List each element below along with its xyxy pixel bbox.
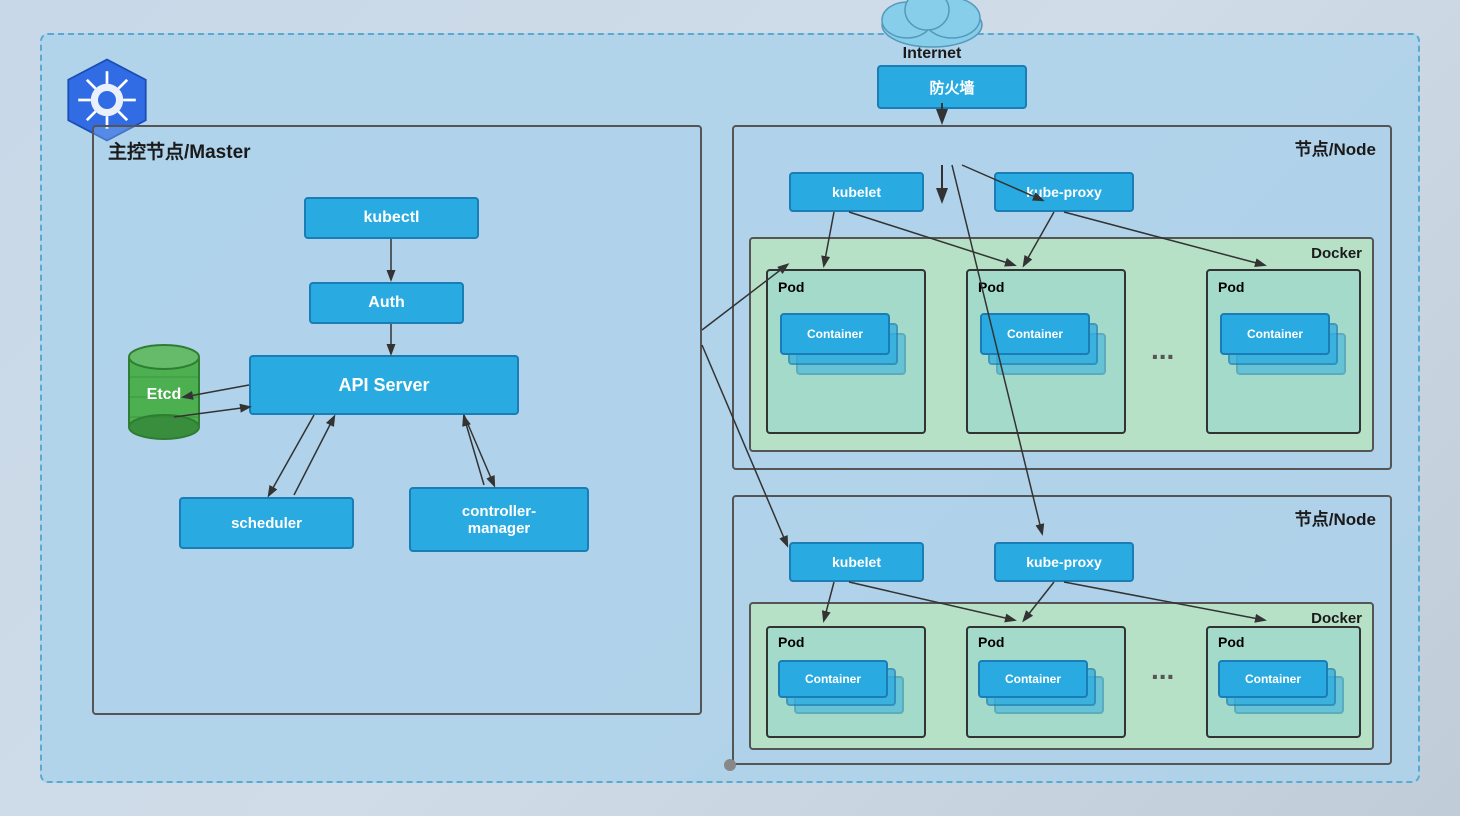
- node-top-kubeproxy: kube-proxy: [994, 172, 1134, 212]
- docker-top-area: Docker Pod Container Pod Container: [749, 237, 1374, 452]
- pod-top-2: Pod Container: [966, 269, 1126, 434]
- pod-top-3-label: Pod: [1218, 279, 1244, 295]
- pod-bottom-2: Pod Container: [966, 626, 1126, 738]
- etcd-icon: Etcd: [124, 337, 204, 447]
- container-top-3-front: Container: [1220, 313, 1330, 355]
- internet-cloud-icon: [872, 0, 992, 50]
- controller-manager-box: controller- manager: [409, 487, 589, 552]
- pod-bottom-1-label: Pod: [778, 634, 804, 650]
- master-section: 主控节点/Master kubectl Auth API Server: [92, 125, 702, 715]
- pod-bottom-3: Pod Container: [1206, 626, 1361, 738]
- container-bottom-1-front: Container: [778, 660, 888, 698]
- container-bottom-3-front: Container: [1218, 660, 1328, 698]
- dots-bottom: ...: [1151, 654, 1174, 686]
- pod-bottom-2-label: Pod: [978, 634, 1004, 650]
- docker-bottom-area: Docker Pod Container Pod Container: [749, 602, 1374, 750]
- node-bottom-section: 节点/Node kubelet kube-proxy Docker Pod Co…: [732, 495, 1392, 765]
- container-top-1-front: Container: [780, 313, 890, 355]
- main-diagram: Internet 防火墙 主控节点/Master kubectl Auth AP…: [40, 33, 1420, 783]
- pod-top-1-label: Pod: [778, 279, 804, 295]
- pod-top-2-label: Pod: [978, 279, 1004, 295]
- container-bottom-2-front: Container: [978, 660, 1088, 698]
- container-top-2-front: Container: [980, 313, 1090, 355]
- auth-box: Auth: [309, 282, 464, 324]
- node-top-title: 节点/Node: [1295, 135, 1376, 160]
- node-top-kubelet: kubelet: [789, 172, 924, 212]
- internet-section: Internet: [872, 0, 992, 63]
- pod-bottom-1: Pod Container: [766, 626, 926, 738]
- api-server-box: API Server: [249, 355, 519, 415]
- pod-top-1: Pod Container: [766, 269, 926, 434]
- master-title: 主控节点/Master: [108, 137, 251, 164]
- firewall-box: 防火墙: [877, 65, 1027, 109]
- pod-bottom-3-label: Pod: [1218, 634, 1244, 650]
- node-bottom-title: 节点/Node: [1295, 505, 1376, 530]
- node-top-section: 节点/Node kubelet kube-proxy Docker Pod Co…: [732, 125, 1392, 470]
- kubectl-box: kubectl: [304, 197, 479, 239]
- etcd-container: Etcd: [124, 337, 204, 447]
- node-bottom-kubelet: kubelet: [789, 542, 924, 582]
- dots-top: ...: [1151, 334, 1174, 366]
- pod-top-3: Pod Container: [1206, 269, 1361, 434]
- scheduler-box: scheduler: [179, 497, 354, 549]
- pagination-dot: [724, 759, 736, 771]
- docker-bottom-title: Docker: [1311, 610, 1362, 627]
- node-bottom-kubeproxy: kube-proxy: [994, 542, 1134, 582]
- docker-top-title: Docker: [1311, 245, 1362, 262]
- svg-text:Etcd: Etcd: [147, 386, 182, 403]
